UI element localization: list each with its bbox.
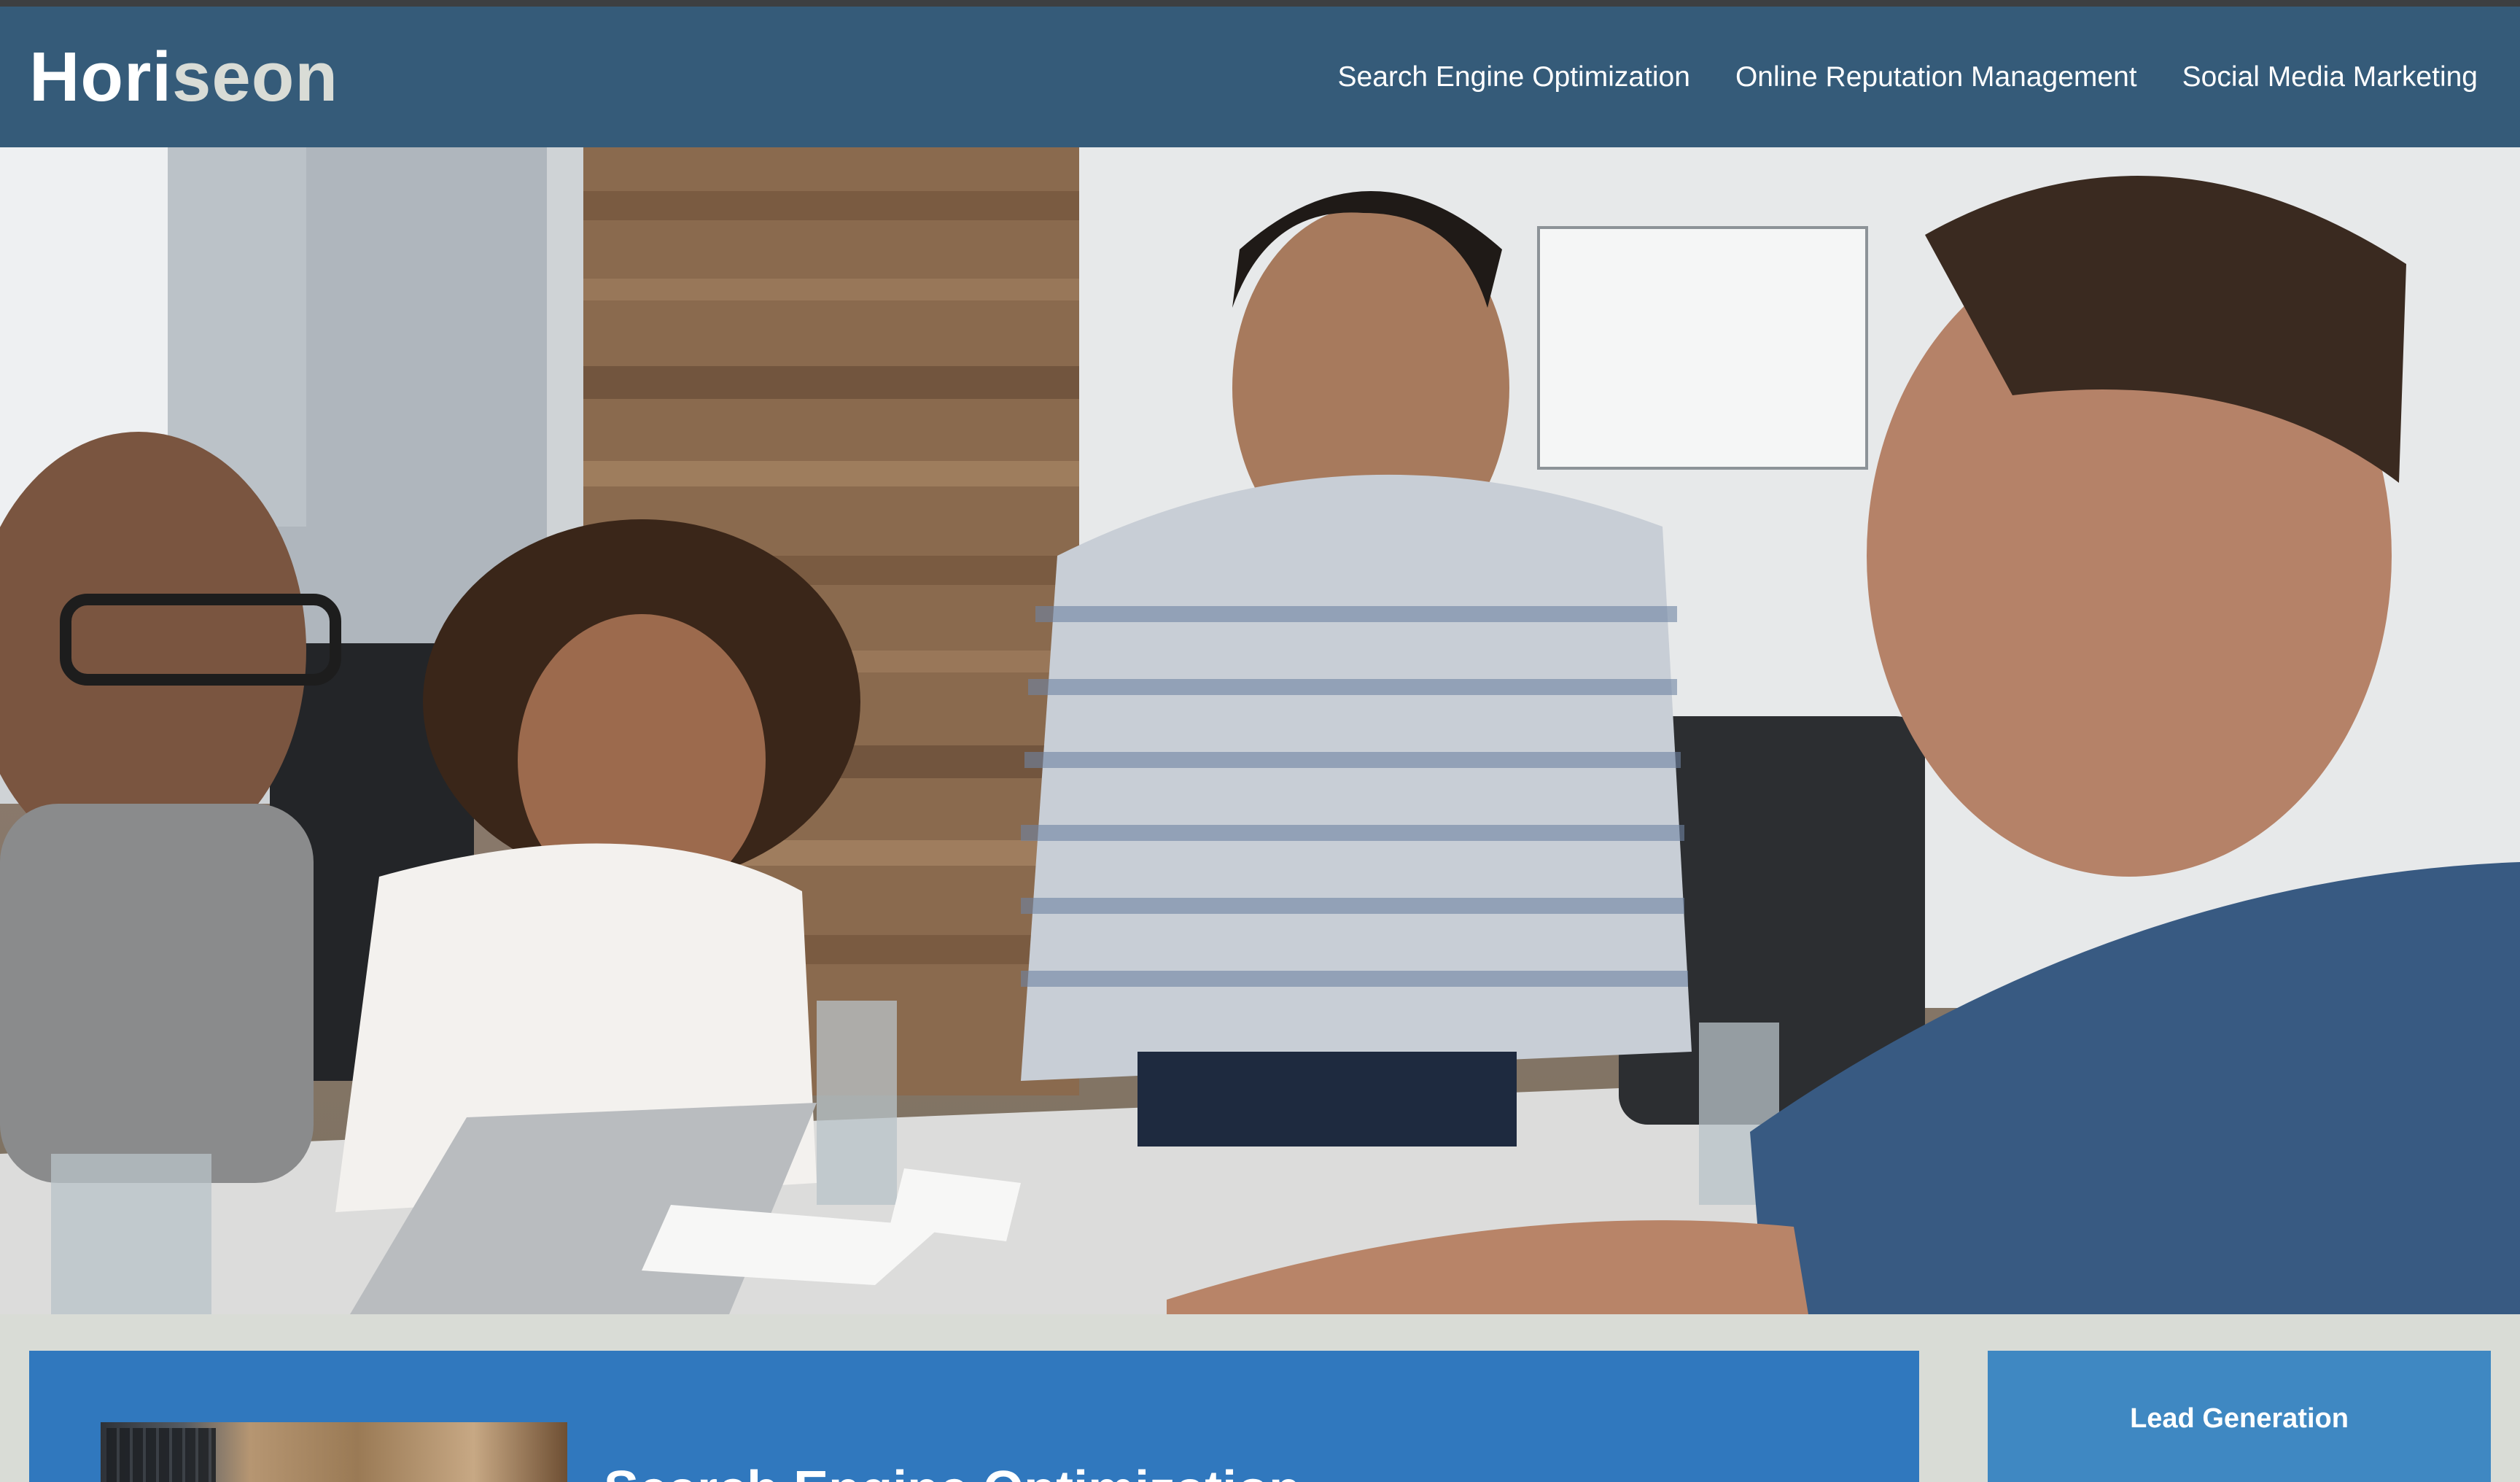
nav-link-social-media[interactable]: Social Media Marketing <box>2182 61 2478 93</box>
site-header: Horiseon Search Engine Optimization Onli… <box>0 7 2520 147</box>
keyboard-graphic <box>106 1428 216 1482</box>
seo-service-card: Search Engine Optimization <box>29 1351 1919 1482</box>
wireframe-sketch <box>1537 226 1868 470</box>
water-glass-left <box>51 1154 211 1314</box>
nav-link-seo[interactable]: Search Engine Optimization <box>1338 61 1690 93</box>
main-navigation: Search Engine Optimization Online Reputa… <box>1338 61 2478 93</box>
lead-generation-card: Lead Generation <box>1988 1351 2491 1482</box>
striped-shirt <box>1021 474 1692 1081</box>
logo-text-accent: seon <box>172 37 339 116</box>
nav-link-reputation[interactable]: Online Reputation Management <box>1735 61 2137 93</box>
standing-man-jeans <box>1138 1052 1517 1147</box>
browser-top-strip <box>0 0 2520 7</box>
team-meeting-photo-icon <box>0 147 2520 1314</box>
person-left-shirt <box>0 804 314 1183</box>
logo-text-main: Hori <box>29 37 172 116</box>
hero-image <box>0 147 2520 1314</box>
content-area: Search Engine Optimization Lead Generati… <box>0 1314 2520 1482</box>
laptop-desk-photo-icon <box>101 1422 567 1482</box>
site-logo[interactable]: Horiseon <box>29 42 338 112</box>
water-glass <box>817 1001 897 1205</box>
lead-generation-title: Lead Generation <box>2130 1403 2349 1434</box>
seo-card-title: Search Engine Optimization <box>604 1460 1301 1482</box>
